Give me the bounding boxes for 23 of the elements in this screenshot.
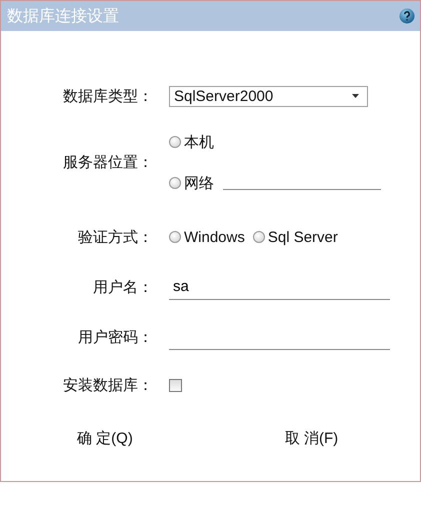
cancel-button[interactable]: 取 消(F) — [278, 427, 344, 450]
field-label: 用户名： — [92, 278, 153, 296]
field-label: 用户密码： — [77, 328, 153, 346]
dropdown-value: SqlServer2000 — [174, 88, 274, 104]
caret-icon — [352, 94, 359, 98]
ok-button[interactable]: 确 定(Q) — [71, 427, 139, 450]
option-label: Windows — [184, 228, 245, 246]
option-label: Sql Server — [268, 228, 338, 246]
option-label: 网络 — [184, 174, 214, 192]
radio-button[interactable] — [169, 231, 181, 243]
option-label: 本机 — [184, 132, 214, 152]
username-field[interactable]: sa — [169, 274, 390, 300]
field-label: 安装数据库： — [62, 376, 153, 394]
radio-button[interactable] — [169, 177, 181, 189]
field-label: 验证方式： — [77, 228, 153, 246]
radio-button[interactable] — [252, 231, 265, 243]
database-type-dropdown[interactable]: SqlServer2000 — [169, 86, 368, 106]
install-checkbox[interactable] — [169, 378, 182, 392]
window-title: 数据库连接设置 — [7, 6, 119, 26]
field-label: 服务器位置： — [62, 153, 153, 172]
radio-button[interactable] — [169, 136, 181, 148]
field-label: 数据库类型： — [62, 86, 153, 106]
help-icon[interactable] — [399, 8, 415, 24]
